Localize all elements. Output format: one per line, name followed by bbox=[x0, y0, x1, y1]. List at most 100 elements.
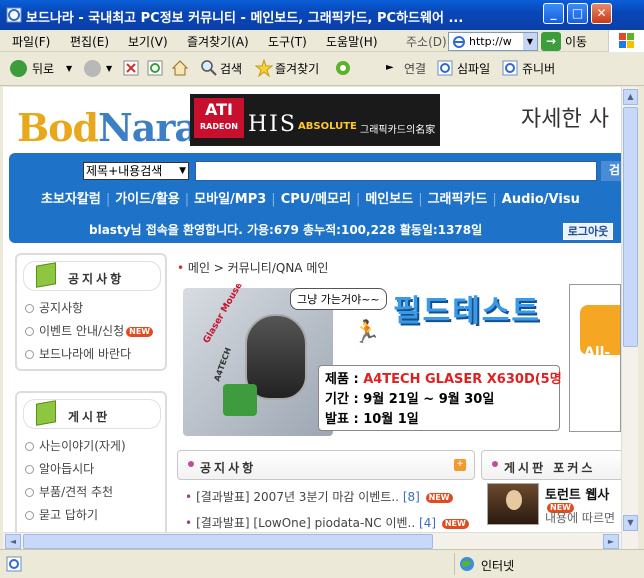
board-focus-header: 게시판 포커스 bbox=[481, 450, 621, 480]
links-label: 연결 bbox=[404, 62, 427, 76]
nav-separator: | bbox=[105, 192, 111, 207]
notice-item[interactable]: • [결과발표] 2007년 3분기 마감 이벤트.. [8] NEW bbox=[185, 488, 453, 505]
scroll-right-icon[interactable]: ► bbox=[603, 534, 619, 549]
focus-snippet: 내용에 따르면 bbox=[545, 511, 616, 525]
notice-text: [결과발표] 2007년 3분기 마감 이벤트.. bbox=[196, 490, 399, 504]
address-bar[interactable]: http://w ▼ bbox=[448, 32, 538, 51]
sidebar-notice-box: 공지사항 공지사항 이벤트 안내/신청 NEW 보드나라에 바란다 bbox=[15, 253, 167, 371]
link-simfile[interactable]: 심파일 bbox=[457, 60, 490, 77]
go-arrow-icon[interactable]: → bbox=[541, 32, 561, 51]
event-info-box: 제품 : A4TECH GLASER X630D(5명) 기간 : 9월 21일… bbox=[318, 365, 563, 431]
nav-cpu[interactable]: CPU/메모리 bbox=[281, 192, 351, 207]
address-value: http://w bbox=[469, 35, 512, 48]
toolbar-chevron-icon[interactable]: ► bbox=[386, 62, 394, 73]
focus-thumbnail[interactable] bbox=[487, 483, 539, 525]
page-status-icon bbox=[6, 556, 22, 572]
go-button[interactable]: 이동 bbox=[565, 33, 587, 50]
nav-audio[interactable]: Audio/Visu bbox=[502, 192, 580, 207]
nav-separator: | bbox=[418, 192, 423, 207]
scroll-thumb[interactable] bbox=[623, 107, 638, 347]
close-button[interactable]: ✕ bbox=[591, 3, 612, 24]
search-type-value: 제목+내용검색 bbox=[86, 164, 163, 178]
sidebar-item-request[interactable]: 보드나라에 바란다 bbox=[25, 345, 153, 368]
title-bar: 보드나라 - 국내최고 PC정보 커뮤니티 - 메인보드, 그래픽카드, PC하… bbox=[0, 0, 644, 30]
refresh-icon[interactable] bbox=[147, 60, 163, 76]
sidebar-notice-title: 공지사항 bbox=[68, 272, 125, 286]
sidebar-board-title: 게시판 bbox=[68, 410, 111, 424]
site-search-input[interactable] bbox=[195, 161, 597, 181]
menu-view[interactable]: 보기(V) bbox=[128, 33, 168, 50]
nav-mobile[interactable]: 모바일/MP3 bbox=[194, 192, 266, 207]
ie-link-icon bbox=[437, 60, 453, 76]
back-dropdown-icon[interactable]: ▼ bbox=[66, 64, 72, 73]
menu-tools[interactable]: 도구(T) bbox=[268, 33, 307, 50]
menu-favorites[interactable]: 즐겨찾기(A) bbox=[187, 33, 249, 50]
sidebar-board-header: 게시판 bbox=[23, 399, 161, 429]
site-nav-bar: 제목+내용검색 ▼ 검 초보자칼럼 | 가이드/활용 | 모바일/MP3 | CPU/메모리 |… bbox=[9, 153, 621, 243]
side-ad[interactable]: All- bbox=[569, 284, 621, 432]
sidebar-item-learn[interactable]: 알아듭시다 bbox=[25, 460, 126, 483]
back-button[interactable]: 뒤로 bbox=[32, 60, 54, 77]
address-dropdown-icon[interactable]: ▼ bbox=[523, 33, 537, 50]
search-icon[interactable] bbox=[200, 59, 218, 77]
maximize-button[interactable]: □ bbox=[567, 3, 588, 24]
absolute-text: ABSOLUTE bbox=[298, 121, 357, 132]
sidebar-item-recommend[interactable]: 부품/견적 추천 bbox=[25, 483, 126, 506]
search-type-select[interactable]: 제목+내용검색 ▼ bbox=[83, 162, 189, 180]
menu-help[interactable]: 도움말(H) bbox=[326, 33, 378, 50]
sidebar-item-label: 알아듭시다 bbox=[39, 462, 95, 476]
his-text: HIS bbox=[248, 112, 297, 137]
scroll-thumb[interactable] bbox=[23, 534, 433, 549]
page-viewport: BodNara ATI RADEON HIS ABSOLUTE 그래픽카드의名家 … bbox=[3, 87, 621, 549]
nav-mainboard[interactable]: 메인보드 bbox=[365, 192, 413, 207]
home-icon[interactable] bbox=[171, 59, 189, 77]
sidebar-item-label: 부품/견적 추천 bbox=[39, 485, 114, 499]
menu-edit[interactable]: 편집(E) bbox=[70, 33, 109, 50]
sidebar-item-event[interactable]: 이벤트 안내/신청 NEW bbox=[25, 322, 154, 345]
menu-bar: 파일(F) 편집(E) 보기(V) 즐겨찾기(A) 도구(T) 도움말(H) 주… bbox=[0, 30, 644, 52]
site-search-button[interactable]: 검 bbox=[601, 161, 621, 181]
logo-part2: Nara bbox=[98, 105, 199, 150]
header-slogan: 자세한 사 bbox=[521, 107, 609, 132]
notice-item[interactable]: • [결과발표] [LowOne] piodata-NC 이벤.. [4] NEW bbox=[185, 514, 469, 531]
favorites-star-icon[interactable] bbox=[255, 59, 273, 77]
menu-file[interactable]: 파일(F) bbox=[12, 33, 50, 50]
user-status: blasty님 접속을 환영합니다. 가용:679 총누적:100,228 활동… bbox=[89, 223, 483, 237]
bullet-icon bbox=[492, 461, 498, 467]
period-value: 9월 21일 ~ 9월 30일 bbox=[363, 392, 495, 407]
product-name: A4TECH GLASER X630D(5명) bbox=[363, 372, 563, 387]
logout-button[interactable]: 로그아웃 bbox=[563, 223, 613, 240]
back-arrow-icon[interactable] bbox=[10, 60, 27, 77]
forward-arrow-icon[interactable] bbox=[84, 60, 101, 77]
stop-icon[interactable] bbox=[123, 60, 139, 76]
nav-beginner[interactable]: 초보자칼럼 bbox=[41, 192, 101, 207]
bullet-icon: • bbox=[185, 516, 193, 530]
minimize-button[interactable]: _ bbox=[543, 3, 564, 24]
sidebar-item-label: 묻고 답하기 bbox=[39, 508, 99, 522]
scroll-left-icon[interactable]: ◄ bbox=[5, 534, 21, 549]
breadcrumb-text[interactable]: 메인 > 커뮤니티/QNA 메인 bbox=[188, 261, 329, 275]
field-test-banner[interactable]: Glaser Mouse A4TECH 그냥 가는거야~~ 🏃 필드테스트 제품… bbox=[183, 284, 563, 436]
ie-icon bbox=[453, 36, 465, 48]
favorites-button[interactable]: 즐겨찾기 bbox=[275, 60, 319, 77]
link-junior[interactable]: 쥬니버 bbox=[522, 60, 555, 77]
new-badge: NEW bbox=[441, 518, 469, 529]
sidebar-item-qna[interactable]: 묻고 답하기 bbox=[25, 506, 126, 529]
media-icon[interactable] bbox=[335, 60, 351, 76]
search-button[interactable]: 검색 bbox=[220, 60, 242, 77]
running-figure-icon: 🏃 bbox=[353, 320, 381, 345]
nav-graphics[interactable]: 그래픽카드 bbox=[428, 192, 488, 207]
nav-guide[interactable]: 가이드/활용 bbox=[115, 192, 180, 207]
scroll-up-icon[interactable]: ▲ bbox=[623, 89, 638, 105]
horizontal-scrollbar[interactable]: ◄ ► bbox=[3, 532, 621, 549]
forward-dropdown-icon[interactable]: ▼ bbox=[106, 64, 112, 73]
site-logo[interactable]: BodNara bbox=[17, 105, 199, 150]
scroll-down-icon[interactable]: ▼ bbox=[623, 515, 638, 531]
window-title: 보드나라 - 국내최고 PC정보 커뮤니티 - 메인보드, 그래픽카드, PC하… bbox=[26, 11, 464, 26]
banner-ad[interactable]: ATI RADEON HIS ABSOLUTE 그래픽카드의名家 bbox=[190, 94, 440, 146]
more-plus-icon[interactable]: + bbox=[454, 459, 466, 471]
sidebar-item-notice[interactable]: 공지사항 bbox=[25, 299, 153, 322]
sidebar-item-life[interactable]: 사는이야기(자게) bbox=[25, 437, 126, 460]
vertical-scrollbar[interactable]: ▲ ▼ bbox=[621, 87, 638, 549]
announce-label: 발표 : bbox=[325, 412, 359, 427]
